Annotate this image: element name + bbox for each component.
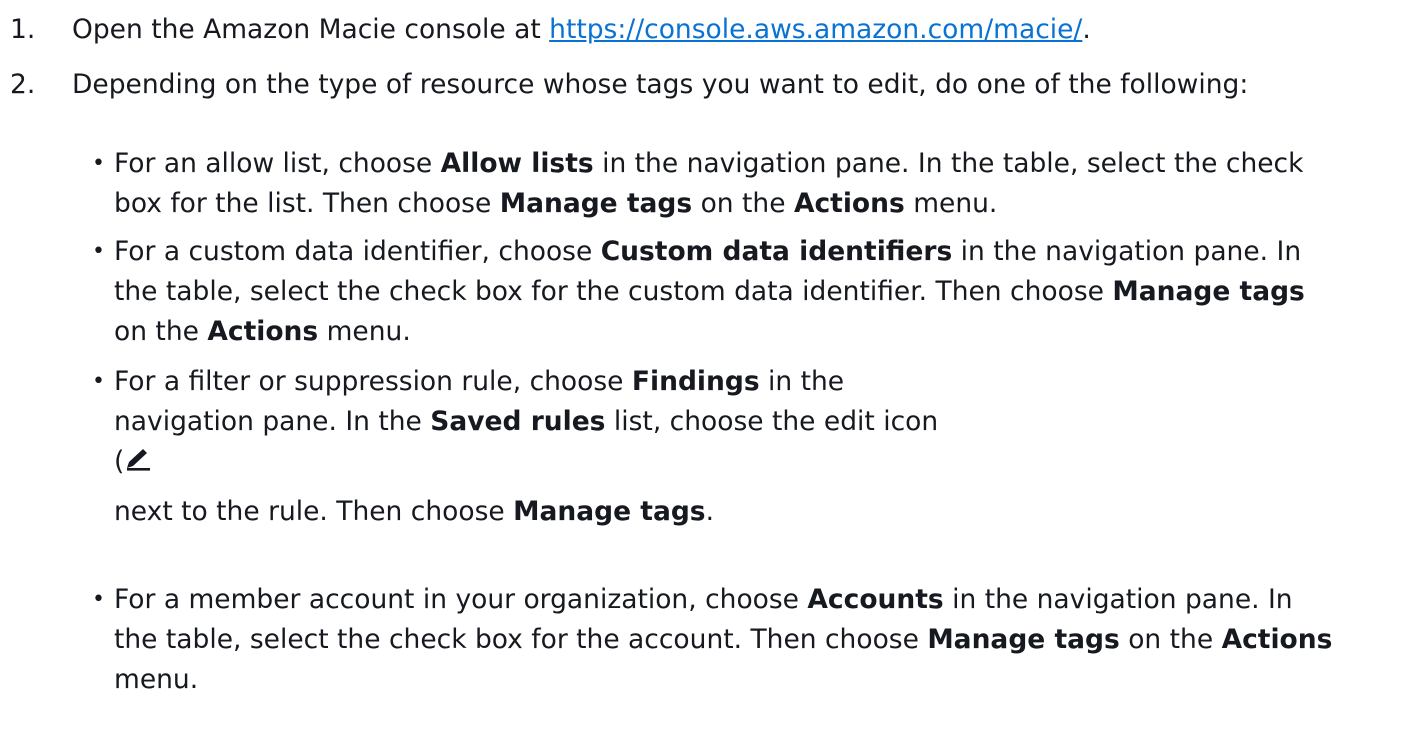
ui-term: Saved rules — [430, 406, 606, 437]
bullet-line: navigation pane. In the Saved rules list… — [114, 406, 939, 437]
ui-term: Manage tags — [927, 624, 1120, 655]
step-number: 2. — [10, 69, 36, 100]
bullet-dot: • — [92, 151, 105, 176]
ui-term: Findings — [631, 366, 760, 397]
bullet-line: the table, select the check box for the … — [114, 276, 1305, 307]
ui-term: Custom data identifiers — [600, 236, 953, 267]
pencil-edit-icon — [124, 444, 152, 484]
bullet-line: For a filter or suppression rule, choose… — [114, 366, 845, 397]
ui-term: Allow lists — [440, 148, 594, 179]
bullet-line: ( — [114, 442, 152, 484]
ui-term: Manage tags — [1112, 276, 1305, 307]
bullet-dot: • — [92, 239, 105, 264]
ui-term: Actions — [1221, 624, 1333, 655]
step-text-prefix: Open the Amazon Macie console at — [72, 14, 550, 45]
step-text-suffix: . — [1082, 14, 1091, 45]
ui-term: Actions — [793, 188, 905, 219]
bullet-line: For an allow list, choose Allow lists in… — [114, 148, 1304, 179]
bullet-line: on the Actions menu. — [114, 316, 411, 347]
step-text: Depending on the type of resource whose … — [72, 69, 1249, 100]
ui-term: Actions — [207, 316, 319, 347]
bullet-line: box for the list. Then choose Manage tag… — [114, 188, 998, 219]
step-number: 1. — [10, 14, 36, 45]
bullet-line: the table, select the check box for the … — [114, 624, 1333, 655]
ui-term: Manage tags — [513, 496, 706, 527]
ui-term: Accounts — [807, 584, 944, 615]
bullet-dot: • — [92, 587, 105, 612]
bullet-line: For a custom data identifier, choose Cus… — [114, 236, 1302, 267]
bullet-dot: • — [92, 369, 105, 394]
step-text: Open the Amazon Macie console at https:/… — [72, 10, 1091, 50]
bullet-line: For a member account in your organizatio… — [114, 584, 1293, 615]
bullet-line: next to the rule. Then choose Manage tag… — [114, 496, 715, 527]
bullet-line: menu. — [114, 664, 199, 695]
macie-console-link[interactable]: https://console.aws.amazon.com/macie/ — [549, 14, 1082, 45]
ui-term: Manage tags — [499, 188, 693, 219]
